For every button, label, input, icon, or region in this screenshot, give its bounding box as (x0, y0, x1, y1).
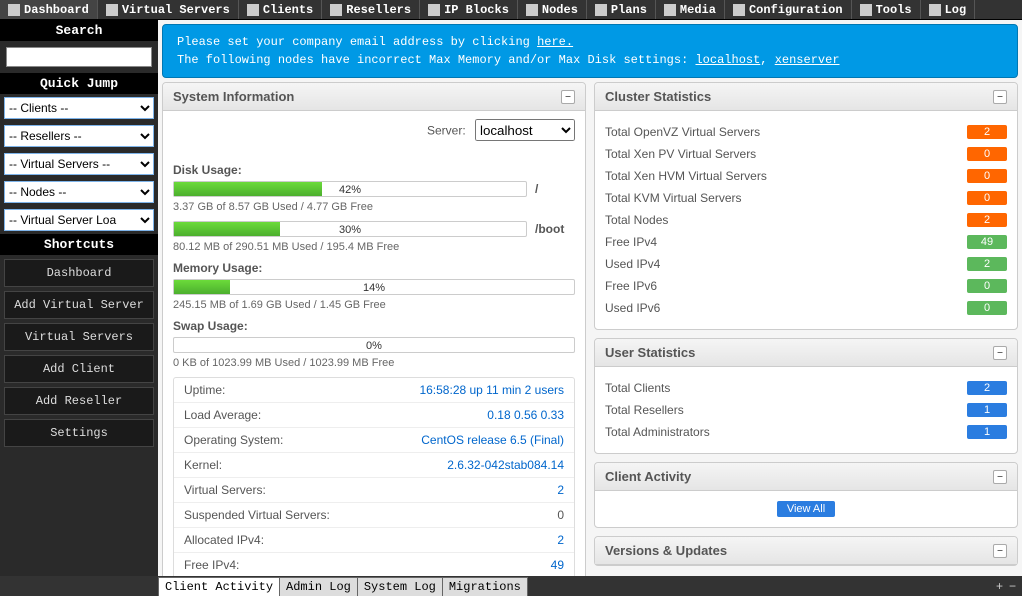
info-row: Kernel:2.6.32-042stab084.14 (174, 453, 574, 478)
mem-bar: 14% (173, 279, 575, 295)
node-icon (526, 4, 538, 16)
alert-link-here[interactable]: here. (537, 35, 573, 49)
panel-versions: Versions & Updates– (594, 536, 1018, 566)
top-nav: Dashboard Virtual Servers Clients Resell… (0, 0, 1022, 20)
alert-link-localhost[interactable]: localhost (695, 53, 760, 67)
nav-virtual-servers[interactable]: Virtual Servers (98, 0, 239, 19)
shortcut-add-vserver[interactable]: Add Virtual Server (4, 291, 154, 319)
info-table: Uptime:16:58:28 up 11 min 2 users Load A… (173, 377, 575, 576)
mem-usage-label: Memory Usage: (173, 261, 575, 275)
sysinfo-title: System Information (173, 89, 294, 104)
shortcut-add-client[interactable]: Add Client (4, 355, 154, 383)
btab-client-activity[interactable]: Client Activity (158, 577, 280, 596)
quickjump-header: Quick Jump (0, 73, 158, 94)
users-icon (330, 4, 342, 16)
wrench-icon (860, 4, 872, 16)
disk-boot-bar: 30% (173, 221, 527, 237)
panel-system-info: System Information – Server: localhost D… (162, 82, 586, 576)
panel-user-stats: User Statistics– Total Clients2 Total Re… (594, 338, 1018, 454)
info-row: Uptime:16:58:28 up 11 min 2 users (174, 378, 574, 403)
nav-dashboard[interactable]: Dashboard (0, 0, 98, 19)
server-label: Server: (427, 124, 466, 138)
media-icon (664, 4, 676, 16)
collapse-icon[interactable]: – (993, 90, 1007, 104)
server-select[interactable]: localhost (475, 119, 575, 141)
shortcut-settings[interactable]: Settings (4, 419, 154, 447)
disk-usage-label: Disk Usage: (173, 163, 575, 177)
collapse-icon[interactable]: – (561, 90, 575, 104)
shortcut-add-reseller[interactable]: Add Reseller (4, 387, 154, 415)
panel-cluster-stats: Cluster Statistics– Total OpenVZ Virtual… (594, 82, 1018, 330)
shortcuts-header: Shortcuts (0, 234, 158, 255)
btab-admin-log[interactable]: Admin Log (279, 577, 358, 596)
nav-resellers[interactable]: Resellers (322, 0, 420, 19)
info-row: Suspended Virtual Servers:0 (174, 503, 574, 528)
search-input[interactable] (6, 47, 152, 67)
nav-clients[interactable]: Clients (239, 0, 322, 19)
swap-bar: 0% (173, 337, 575, 353)
info-row: Free IPv4:49 (174, 553, 574, 576)
sidebar: Search Quick Jump -- Clients -- -- Resel… (0, 20, 158, 576)
alert-bar: Please set your company email address by… (162, 24, 1018, 78)
view-all-button[interactable]: View All (777, 501, 835, 517)
panel-client-activity: Client Activity– View All (594, 462, 1018, 528)
gear-icon (733, 4, 745, 16)
qj-nodes[interactable]: -- Nodes -- (4, 181, 154, 203)
shortcut-dashboard[interactable]: Dashboard (4, 259, 154, 287)
shortcut-vservers[interactable]: Virtual Servers (4, 323, 154, 351)
nav-tools[interactable]: Tools (852, 0, 921, 19)
nav-configuration[interactable]: Configuration (725, 0, 852, 19)
info-row: Operating System:CentOS release 6.5 (Fin… (174, 428, 574, 453)
log-icon (929, 4, 941, 16)
server-icon (106, 4, 118, 16)
home-icon (8, 4, 20, 16)
plus-icon[interactable]: + (996, 579, 1003, 593)
info-row: Virtual Servers:2 (174, 478, 574, 503)
ip-icon (428, 4, 440, 16)
search-header: Search (0, 20, 158, 41)
user-icon (247, 4, 259, 16)
disk-root-bar: 42% (173, 181, 527, 197)
nav-ip-blocks[interactable]: IP Blocks (420, 0, 518, 19)
qj-resellers[interactable]: -- Resellers -- (4, 125, 154, 147)
nav-media[interactable]: Media (656, 0, 725, 19)
nav-plans[interactable]: Plans (587, 0, 656, 19)
collapse-icon[interactable]: – (993, 346, 1007, 360)
nav-log[interactable]: Log (921, 0, 976, 19)
collapse-icon[interactable]: – (993, 544, 1007, 558)
btab-migrations[interactable]: Migrations (442, 577, 528, 596)
collapse-icon[interactable]: – (993, 470, 1007, 484)
qj-vsload[interactable]: -- Virtual Server Loa (4, 209, 154, 231)
plan-icon (595, 4, 607, 16)
bottom-bar: Client Activity Admin Log System Log Mig… (0, 576, 1022, 596)
qj-vservers[interactable]: -- Virtual Servers -- (4, 153, 154, 175)
info-row: Load Average:0.18 0.56 0.33 (174, 403, 574, 428)
swap-usage-label: Swap Usage: (173, 319, 575, 333)
nav-nodes[interactable]: Nodes (518, 0, 587, 19)
info-row: Allocated IPv4:2 (174, 528, 574, 553)
qj-clients[interactable]: -- Clients -- (4, 97, 154, 119)
btab-system-log[interactable]: System Log (357, 577, 443, 596)
minus-icon[interactable]: − (1009, 579, 1016, 593)
alert-link-xenserver[interactable]: xenserver (775, 53, 840, 67)
